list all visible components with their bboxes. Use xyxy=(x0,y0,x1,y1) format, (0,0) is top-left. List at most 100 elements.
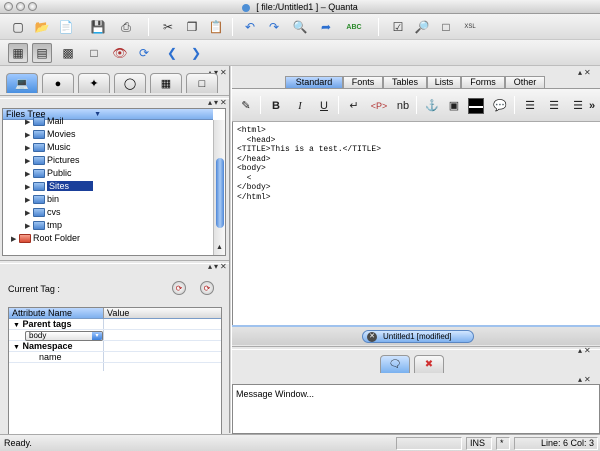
tag-dock-controls[interactable]: ▴▾✕ xyxy=(208,262,229,271)
parent-tags-label: Parent tags xyxy=(22,319,72,329)
folder-icon xyxy=(33,221,45,231)
image-icon[interactable]: ▣ xyxy=(446,98,462,114)
collapse-triangle-icon[interactable]: ▼ xyxy=(13,322,20,329)
redo-icon[interactable]: ↷ xyxy=(264,17,284,37)
parent-tag-select[interactable]: body ▾ xyxy=(25,331,103,341)
spellcheck-icon[interactable]: ABC xyxy=(344,17,364,37)
forward-icon[interactable]: ❯ xyxy=(186,43,206,63)
attribute-value-header[interactable]: Value xyxy=(103,308,221,319)
paste-icon[interactable]: 📋 xyxy=(206,17,226,37)
left-splitter-middle[interactable] xyxy=(0,260,230,264)
bold-button[interactable]: B xyxy=(268,98,284,114)
undo-icon[interactable]: ↶ xyxy=(240,17,260,37)
files-tree-item[interactable]: ▶ Root Folder xyxy=(11,232,80,245)
parent-tags-row[interactable]: ▼ Parent tags xyxy=(9,319,221,330)
window-title: [ file:/Untitled1 ] – Quanta xyxy=(256,2,358,12)
files-tree-item[interactable]: ▶ tmp xyxy=(25,219,62,232)
collapse-triangle-icon[interactable]: ▼ xyxy=(13,344,20,351)
minimize-window-button[interactable] xyxy=(16,2,25,11)
tab-fonts[interactable]: Fonts xyxy=(343,76,383,88)
close-document-icon[interactable]: ✕ xyxy=(367,332,377,342)
quick-start-icon[interactable]: ✎ xyxy=(238,98,254,114)
scripts-tab[interactable]: ▦ xyxy=(150,73,182,93)
files-tree-item[interactable]: ▶ Mail xyxy=(25,115,64,128)
tab-forms[interactable]: Forms xyxy=(461,76,505,88)
cut-icon[interactable]: ✂ xyxy=(158,17,178,37)
reload-icon[interactable]: ⟳ xyxy=(134,43,154,63)
align-center-icon[interactable]: ☰ xyxy=(546,98,562,114)
attribute-name-header[interactable]: Attribute Name xyxy=(9,308,103,319)
document-tab-label: Untitled1 [modified] xyxy=(383,332,452,341)
name-attribute-row[interactable]: name xyxy=(9,352,221,363)
checkbox-icon[interactable]: ☑ xyxy=(388,17,408,37)
line-break-icon[interactable]: ↵ xyxy=(346,98,362,114)
find-icon[interactable]: 🔍 xyxy=(290,17,310,37)
files-tree-item[interactable]: ▶ Movies xyxy=(25,128,76,141)
blank-page-icon[interactable]: □ xyxy=(84,43,104,63)
code-line: </html> xyxy=(237,192,271,202)
right-splitter[interactable] xyxy=(232,346,600,350)
open-icon[interactable]: 📂 xyxy=(32,17,52,37)
page-view-icon[interactable]: ▤ xyxy=(32,43,52,63)
quickbar-dock-controls[interactable]: ▴✕ xyxy=(578,68,593,77)
docs-tab[interactable]: ◯ xyxy=(114,73,146,93)
tree-view-icon[interactable]: ▦ xyxy=(8,43,28,63)
tag-delete-icon[interactable]: ⟳ xyxy=(200,281,214,295)
scroll-up-arrow-icon[interactable]: ▲ xyxy=(216,244,223,251)
project-tab[interactable]: 💻 xyxy=(6,73,38,93)
align-left-icon[interactable]: ☰ xyxy=(522,98,538,114)
tab-tables[interactable]: Tables xyxy=(383,76,427,88)
align-right-icon[interactable]: ☰ xyxy=(570,98,586,114)
message-window[interactable]: Message Window... xyxy=(232,384,600,434)
comment-icon[interactable]: 💬 xyxy=(492,98,508,114)
message-dock-controls[interactable]: ▴✕ xyxy=(578,375,593,384)
open-recent-icon[interactable]: 📄 xyxy=(56,17,76,37)
messages-tab[interactable]: 🗨 xyxy=(380,355,410,373)
expand-triangle-icon[interactable]: ▶ xyxy=(11,233,19,246)
anchor-icon[interactable]: ⚓ xyxy=(424,98,440,114)
status-bar: Ready. INS * Line: 6 Col: 3 xyxy=(0,434,600,451)
more-tools-button[interactable]: » xyxy=(586,98,598,114)
split-view-icon[interactable]: ▩ xyxy=(58,43,78,63)
tab-other[interactable]: Other xyxy=(505,76,545,88)
files-tree-item[interactable]: ▶ cvs xyxy=(25,206,61,219)
xsl-icon[interactable]: XSL xyxy=(460,17,480,37)
scrollbar-thumb[interactable] xyxy=(216,158,224,228)
underline-button[interactable]: U xyxy=(316,98,332,114)
files-tree-item[interactable]: ▶ Pictures xyxy=(25,154,80,167)
files-tree-item[interactable]: ▶ Sites xyxy=(25,180,94,193)
tab-lists[interactable]: Lists xyxy=(427,76,461,88)
horizontal-rule-icon[interactable] xyxy=(468,98,484,114)
files-dock-controls[interactable]: ▴▾✕ xyxy=(208,98,229,107)
tag-edit-icon[interactable]: ⟳ xyxy=(172,281,186,295)
files-tree-item[interactable]: ▶ Public xyxy=(25,167,72,180)
left-splitter-top[interactable] xyxy=(0,95,230,99)
page-icon[interactable]: □ xyxy=(436,17,456,37)
files-tree-item-label: Movies xyxy=(47,129,76,139)
italic-button[interactable]: I xyxy=(292,98,308,114)
code-editor[interactable]: <html> <head> <TITLE>This is a test.</TIT… xyxy=(232,122,600,325)
nbsp-button[interactable]: nb xyxy=(394,98,412,114)
preview-icon[interactable]: ➦ xyxy=(316,17,336,37)
namespace-row[interactable]: ▼ Namespace xyxy=(9,341,221,352)
zoom-icon[interactable]: 🔎 xyxy=(412,17,432,37)
copy-icon[interactable]: ❐ xyxy=(182,17,202,37)
close-window-button[interactable] xyxy=(4,2,13,11)
files-tree-item[interactable]: ▶ Music xyxy=(25,141,71,154)
problems-tab[interactable]: ✖ xyxy=(414,355,444,373)
components-tab[interactable]: ● xyxy=(42,73,74,93)
paragraph-button[interactable]: <P> xyxy=(368,98,390,114)
back-icon[interactable]: ❮ xyxy=(162,43,182,63)
save-icon[interactable]: 💾 xyxy=(88,17,108,37)
print-icon[interactable]: ⎙ xyxy=(116,17,136,37)
new-icon[interactable]: ▢ xyxy=(8,17,28,37)
structure-tab[interactable]: □ xyxy=(186,73,218,93)
code-line: </body> xyxy=(237,183,271,192)
files-tree-item[interactable]: ▶ bin xyxy=(25,193,59,206)
eye-icon[interactable]: 👁 xyxy=(110,43,130,63)
templates-tab[interactable]: ✦ xyxy=(78,73,110,93)
tab-standard[interactable]: Standard xyxy=(285,76,343,88)
files-tree-scrollbar[interactable]: ▲ xyxy=(213,120,225,255)
zoom-window-button[interactable] xyxy=(28,2,37,11)
document-tab[interactable]: ✕ Untitled1 [modified] xyxy=(362,330,474,343)
